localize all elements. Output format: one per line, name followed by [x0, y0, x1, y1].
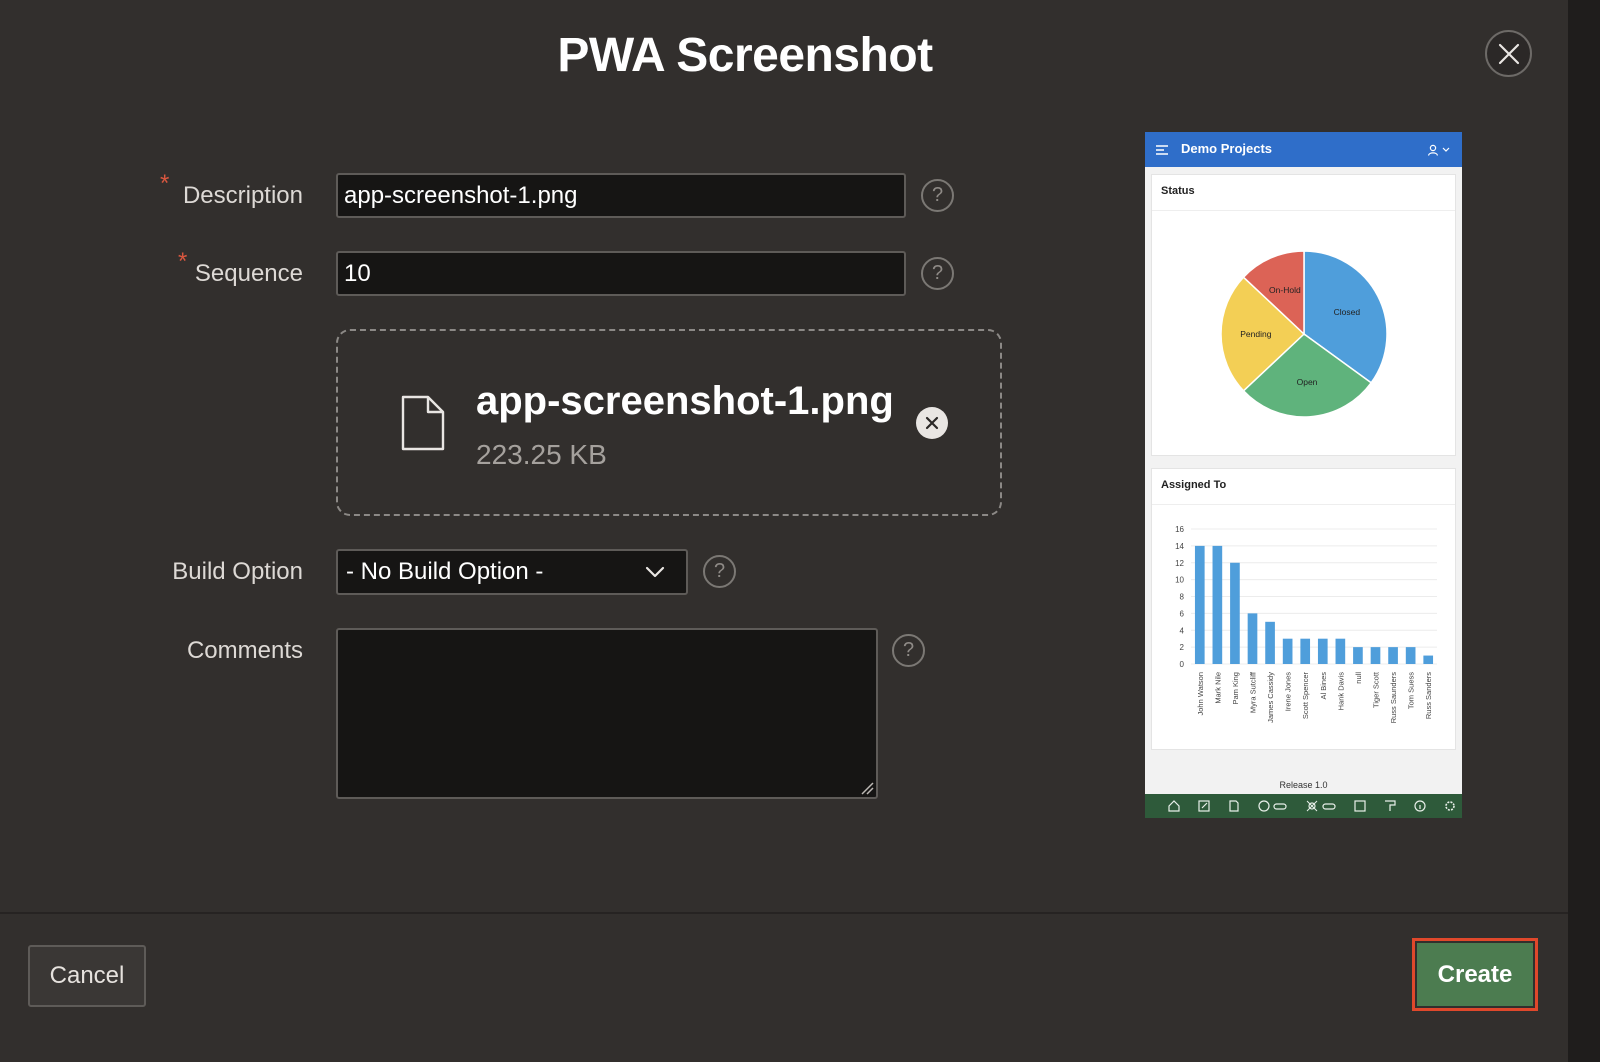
bar	[1388, 647, 1398, 664]
bar	[1300, 638, 1311, 664]
bar	[1335, 638, 1346, 664]
x-tick-label: Russ Sanders	[1424, 672, 1433, 719]
dialog-title: PWA Screenshot	[557, 29, 933, 82]
page-edit-icon	[1229, 800, 1239, 812]
x-tick-label: Tom Suess	[1407, 672, 1416, 709]
pie-label: Closed	[1334, 307, 1361, 317]
menu-icon	[1156, 145, 1168, 155]
y-tick-label: 4	[1180, 626, 1185, 635]
bar	[1212, 545, 1223, 664]
y-tick-label: 16	[1175, 525, 1184, 534]
close-icon	[925, 416, 939, 430]
build-option-value: - No Build Option -	[346, 558, 544, 585]
x-tick-label: Scott Spencer	[1301, 671, 1310, 719]
page-edge	[1568, 0, 1600, 1062]
comments-help-icon[interactable]: ?	[892, 634, 925, 667]
bar	[1194, 545, 1205, 664]
y-tick-label: 6	[1180, 609, 1185, 618]
x-tick-label: John Watson	[1196, 672, 1205, 716]
file-icon	[401, 395, 445, 451]
y-tick-label: 2	[1180, 643, 1185, 652]
screenshot-preview: Demo Projects Status Closed Open Pending On…	[1145, 132, 1462, 818]
pie-label: Open	[1297, 377, 1318, 387]
comments-textarea[interactable]	[336, 628, 878, 799]
info-icon	[1414, 800, 1426, 812]
preview-app-title: Demo Projects	[1181, 141, 1273, 156]
bar	[1370, 647, 1381, 664]
sequence-label: Sequence	[194, 260, 303, 287]
bar	[1282, 638, 1293, 664]
paint-brush-icon	[1385, 800, 1396, 811]
x-tick-label: Pam King	[1231, 672, 1240, 705]
x-tick-label: Hank Davis	[1336, 672, 1345, 711]
cancel-button[interactable]: Cancel	[28, 945, 146, 1007]
status-pie-chart: Closed Open Pending On-Hold	[1220, 250, 1388, 418]
y-tick-label: 14	[1175, 542, 1184, 551]
resize-handle-icon[interactable]	[860, 781, 874, 795]
x-tick-label: Irene Jones	[1284, 672, 1293, 711]
debug-icon	[1306, 800, 1318, 812]
session-icon	[1258, 800, 1270, 812]
quick-sql-icon	[1354, 800, 1366, 812]
x-tick-label: Russ Saunders	[1389, 672, 1398, 724]
sequence-help-icon[interactable]: ?	[921, 257, 954, 290]
dialog: PWA Screenshot * Description app-screens…	[0, 0, 1568, 1062]
pie-label: On-Hold	[1269, 285, 1301, 295]
description-help-icon[interactable]: ?	[921, 179, 954, 212]
x-tick-label: James Cassidy	[1266, 672, 1275, 723]
preview-app-header: Demo Projects	[1145, 132, 1462, 167]
uploaded-file-size: 223.25 KB	[476, 439, 607, 470]
bar	[1405, 647, 1416, 664]
file-dropzone[interactable]: app-screenshot-1.png 223.25 KB	[336, 329, 1002, 516]
description-label: Description	[182, 182, 303, 209]
x-tick-label: null	[1354, 672, 1363, 684]
assigned-card: Assigned To 0 2 4 6 8 10 12 14 16 John Watson Mark…	[1151, 468, 1456, 750]
assigned-bar-chart: 0 2 4 6 8 10 12 14 16 John Watson Mark Nile Pam Kin…	[1175, 525, 1437, 724]
user-icon	[1427, 144, 1439, 156]
remove-file-button[interactable]	[916, 407, 948, 439]
x-tick-label: Mark Nile	[1213, 672, 1222, 704]
x-tick-label: Myra Sutcliff	[1249, 671, 1258, 713]
preview-developer-toolbar	[1145, 794, 1462, 818]
y-tick-label: 10	[1175, 576, 1184, 585]
link-icon	[1273, 803, 1287, 810]
gear-icon	[1445, 801, 1455, 811]
bar	[1230, 562, 1240, 664]
y-tick-label: 12	[1175, 559, 1184, 568]
bar	[1247, 613, 1258, 664]
create-button[interactable]: Create	[1417, 943, 1533, 1006]
chevron-down-icon	[1442, 147, 1450, 152]
y-tick-label: 8	[1180, 593, 1185, 602]
home-icon	[1168, 800, 1180, 812]
close-icon	[1498, 43, 1519, 64]
edit-icon	[1198, 800, 1210, 812]
bar	[1317, 638, 1328, 664]
chevron-down-icon	[645, 566, 665, 578]
build-option-select[interactable]: - No Build Option -	[336, 549, 688, 595]
bar	[1353, 647, 1363, 664]
build-option-help-icon[interactable]: ?	[703, 555, 736, 588]
sequence-input[interactable]: 10	[336, 251, 906, 296]
pie-label: Pending	[1240, 329, 1271, 339]
description-input[interactable]: app-screenshot-1.png	[336, 173, 906, 218]
uploaded-file-name: app-screenshot-1.png	[476, 379, 894, 423]
status-card: Status Closed Open Pending On-Hold	[1151, 174, 1456, 456]
close-button[interactable]	[1485, 30, 1532, 77]
preview-release-label: Release 1.0	[1279, 780, 1328, 790]
x-tick-label: Tiger Scott	[1372, 671, 1381, 708]
build-option-label: Build Option	[172, 558, 303, 585]
bar	[1265, 621, 1275, 664]
link-icon	[1322, 803, 1336, 810]
y-tick-label: 0	[1180, 660, 1185, 669]
x-tick-label: Al Bines	[1319, 672, 1328, 700]
comments-label: Comments	[186, 637, 303, 664]
bar	[1423, 655, 1434, 664]
footer-divider	[0, 912, 1568, 914]
